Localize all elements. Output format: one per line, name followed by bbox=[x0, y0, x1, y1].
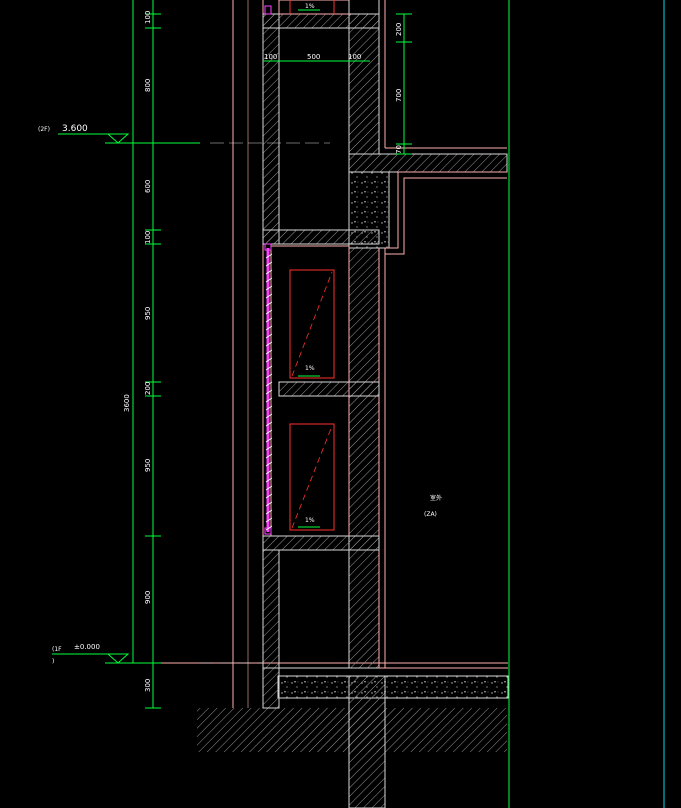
dim-950a: 950 bbox=[144, 307, 152, 320]
room-label-line2: (ZA) bbox=[424, 511, 437, 518]
wall-upper-right bbox=[348, 13, 380, 155]
slope-arrows bbox=[298, 9, 320, 528]
slope-label-top: 1% bbox=[305, 3, 315, 10]
wall-upper-left bbox=[262, 13, 280, 245]
dim-total-3600: 3600 bbox=[123, 394, 131, 412]
window-pane-lower-diag bbox=[291, 425, 333, 529]
dim-100b: 100 bbox=[144, 231, 152, 244]
dim-right-200: 200 bbox=[395, 23, 403, 36]
level-1f-sub: ) bbox=[52, 658, 54, 665]
rail-cap-top2 bbox=[264, 5, 272, 15]
wall-middle bbox=[348, 247, 380, 669]
dim-top-left: 100 bbox=[264, 53, 277, 61]
dim-right-70: 70 bbox=[395, 145, 403, 154]
top-beam bbox=[262, 13, 380, 29]
mid-sill bbox=[278, 381, 380, 397]
dim-300: 300 bbox=[144, 679, 152, 692]
room-label-line1: 室外 bbox=[430, 494, 442, 502]
sill-2f bbox=[262, 229, 380, 245]
outer-base bbox=[262, 667, 280, 709]
slope-label-mid: 1% bbox=[305, 365, 315, 372]
level-2f-value: 3.600 bbox=[62, 124, 88, 134]
level-1f-value: ±0.000 bbox=[74, 643, 100, 651]
level-marker-2f bbox=[58, 133, 330, 144]
cad-wall-section-drawing: 100 800 600 100 950 200 950 900 300 3600… bbox=[38, 0, 665, 808]
wall-lower-left bbox=[262, 549, 280, 669]
slope-label-low: 1% bbox=[305, 517, 315, 524]
dim-950b: 950 bbox=[144, 459, 152, 472]
dim-800: 800 bbox=[144, 79, 152, 92]
floor-slab-2f bbox=[348, 153, 508, 173]
dim-right-700: 700 bbox=[395, 89, 403, 102]
level-1f-tag: (1F bbox=[52, 646, 62, 653]
dim-600: 600 bbox=[144, 180, 152, 193]
level-2f-tag: (2F) bbox=[38, 126, 50, 133]
window-pane-upper-diag bbox=[291, 271, 333, 377]
level-marker-1f bbox=[52, 653, 262, 664]
dim-top-right: 100 bbox=[348, 53, 361, 61]
dim-900: 900 bbox=[144, 591, 152, 604]
dim-100a: 100 bbox=[144, 11, 152, 24]
lower-sill bbox=[262, 535, 380, 551]
dim-top-middle: 500 bbox=[307, 53, 320, 61]
lower-frame bbox=[278, 549, 350, 669]
slab-outline bbox=[385, 171, 507, 249]
ground-slab bbox=[277, 675, 509, 699]
dim-200: 200 bbox=[144, 382, 152, 395]
column-lower bbox=[348, 675, 386, 808]
slab-outline-2 bbox=[385, 177, 507, 255]
